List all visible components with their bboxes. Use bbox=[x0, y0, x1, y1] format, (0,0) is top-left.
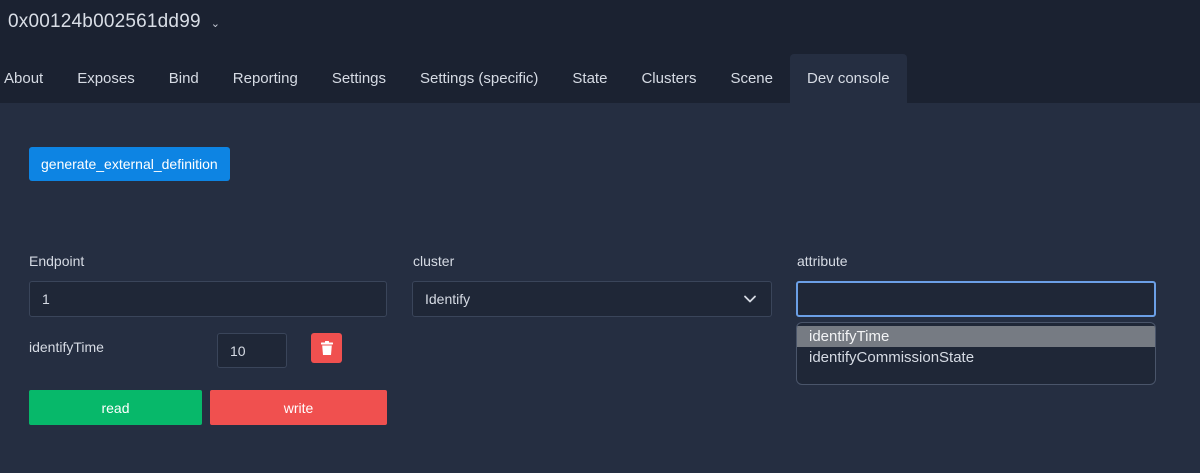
endpoint-value: 1 bbox=[42, 291, 50, 307]
device-selector[interactable]: 0x00124b002561dd99 ⌄ bbox=[8, 11, 220, 33]
cluster-label: cluster bbox=[413, 253, 455, 269]
tab-settings[interactable]: Settings bbox=[315, 54, 403, 103]
chevron-down-icon bbox=[744, 295, 756, 303]
cluster-select[interactable]: Identify bbox=[412, 281, 772, 317]
device-id: 0x00124b002561dd99 bbox=[8, 11, 201, 32]
attribute-input[interactable] bbox=[796, 281, 1156, 317]
tab-bar: About Exposes Bind Reporting Settings Se… bbox=[0, 54, 1200, 103]
tab-scene[interactable]: Scene bbox=[713, 54, 790, 103]
write-button[interactable]: write bbox=[210, 390, 387, 425]
endpoint-input[interactable]: 1 bbox=[29, 281, 387, 317]
chevron-down-icon: ⌄ bbox=[210, 18, 221, 30]
dropdown-option-identify-commission-state[interactable]: identifyCommissionState bbox=[797, 347, 1155, 368]
attribute-row-value: 10 bbox=[230, 342, 246, 359]
attribute-dropdown: identifyTime identifyCommissionState bbox=[796, 322, 1156, 385]
attribute-row-label: identifyTime bbox=[29, 339, 104, 355]
delete-button[interactable] bbox=[311, 333, 342, 363]
dropdown-option-identify-time[interactable]: identifyTime bbox=[797, 326, 1155, 347]
trash-icon bbox=[320, 341, 333, 355]
tab-state[interactable]: State bbox=[555, 54, 624, 103]
attribute-label: attribute bbox=[797, 253, 848, 269]
tab-clusters[interactable]: Clusters bbox=[624, 54, 713, 103]
tab-bind[interactable]: Bind bbox=[152, 54, 216, 103]
attribute-value-input[interactable]: 10 bbox=[217, 333, 287, 368]
generate-external-definition-button[interactable]: generate_external_definition bbox=[29, 147, 230, 181]
endpoint-label: Endpoint bbox=[29, 253, 85, 269]
tab-reporting[interactable]: Reporting bbox=[216, 54, 315, 103]
cluster-value: Identify bbox=[425, 291, 471, 307]
tab-about[interactable]: About bbox=[0, 54, 60, 103]
tab-exposes[interactable]: Exposes bbox=[60, 54, 152, 103]
tab-settings-specific[interactable]: Settings (specific) bbox=[403, 54, 555, 103]
read-button[interactable]: read bbox=[29, 390, 202, 425]
top-bar: 0x00124b002561dd99 ⌄ bbox=[0, 0, 1200, 54]
dev-console-panel: generate_external_definition Endpoint 1 … bbox=[0, 103, 1200, 473]
tab-dev-console[interactable]: Dev console bbox=[790, 54, 907, 103]
